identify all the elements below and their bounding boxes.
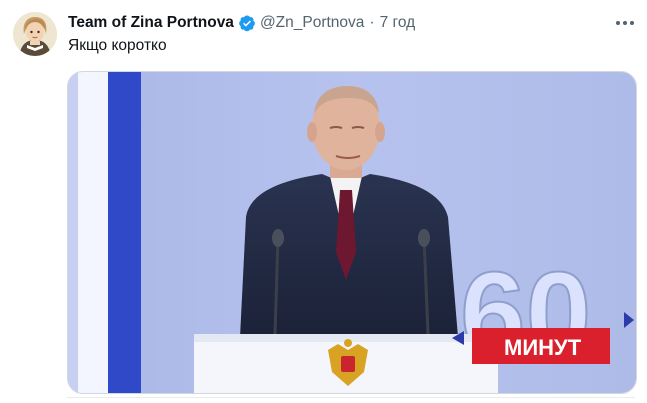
more-options-icon[interactable]	[612, 14, 638, 32]
flag-stripe-left	[68, 72, 78, 393]
verified-badge-icon	[238, 14, 256, 32]
timestamp[interactable]: 7 год	[380, 14, 416, 32]
separator-dot: ·	[369, 14, 375, 31]
overlay-label: МИНУТ	[504, 335, 582, 360]
avatar[interactable]	[13, 12, 57, 56]
tweet-media-video[interactable]: 60 МИНУТ	[67, 71, 637, 394]
tweet[interactable]: Team of Zina Portnova @Zn_Portnova · 7 г…	[0, 0, 647, 403]
avatar-portrait-icon	[13, 12, 57, 56]
tweet-header: Team of Zina Portnova @Zn_Portnova · 7 г…	[68, 13, 415, 33]
video-frame: 60 МИНУТ	[68, 72, 636, 393]
author-handle[interactable]: @Zn_Portnova	[260, 14, 364, 32]
flag-stripe-blue	[108, 72, 141, 393]
author-name[interactable]: Team of Zina Portnova	[68, 14, 234, 32]
next-tweet-divider	[67, 397, 635, 403]
flag-stripe-white	[78, 72, 108, 393]
tweet-text: Якщо коротко	[68, 37, 167, 54]
